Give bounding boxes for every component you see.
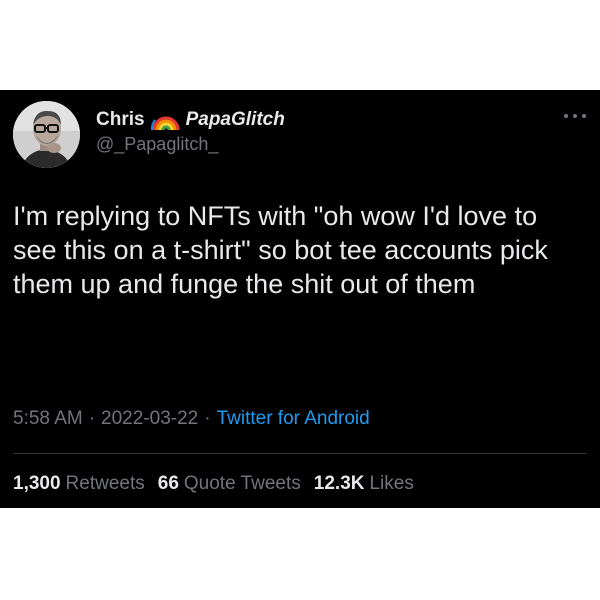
tweet-stats: 1,300 Retweets 66 Quote Tweets 12.3K Likes <box>13 473 427 495</box>
tweet-source-link[interactable]: Twitter for Android <box>217 408 370 430</box>
retweets-stat[interactable]: 1,300 Retweets <box>13 473 158 495</box>
quote-tweets-count: 66 <box>157 473 179 494</box>
divider <box>13 453 587 454</box>
avatar[interactable] <box>13 101 80 168</box>
display-name-row[interactable]: Chris PapaGlitch <box>96 107 285 133</box>
display-name-suffix[interactable]: PapaGlitch <box>186 109 285 131</box>
user-handle[interactable]: @_Papaglitch_ <box>96 134 218 155</box>
more-dot-icon <box>564 114 568 118</box>
likes-stat[interactable]: 12.3K Likes <box>314 473 427 495</box>
meta-separator: · <box>88 408 96 429</box>
quote-tweets-stat[interactable]: 66 Quote Tweets <box>158 473 314 495</box>
quote-tweets-label: Quote Tweets <box>183 473 301 494</box>
tweet-text: I'm replying to NFTs with "oh wow I'd lo… <box>13 201 548 299</box>
tweet-meta: 5:58 AM · 2022-03-22 · Twitter for Andro… <box>13 408 370 430</box>
retweets-label: Retweets <box>65 473 145 494</box>
more-dot-icon <box>582 114 586 118</box>
tweet-card: Chris PapaGlitch @_Papaglitch_ I'm reply… <box>0 90 600 508</box>
likes-count: 12.3K <box>313 473 365 494</box>
display-name[interactable]: Chris <box>96 109 145 131</box>
avatar-photo-icon <box>13 101 80 168</box>
meta-separator: · <box>204 408 211 429</box>
likes-label: Likes <box>369 473 414 494</box>
more-options-icon[interactable] <box>564 112 586 120</box>
rainbow-icon <box>150 109 181 131</box>
retweets-count: 1,300 <box>13 473 61 494</box>
tweet-date[interactable]: 2022-03-22 <box>101 408 198 430</box>
more-dot-icon <box>573 114 577 118</box>
tweet-time[interactable]: 5:58 AM <box>13 408 83 430</box>
